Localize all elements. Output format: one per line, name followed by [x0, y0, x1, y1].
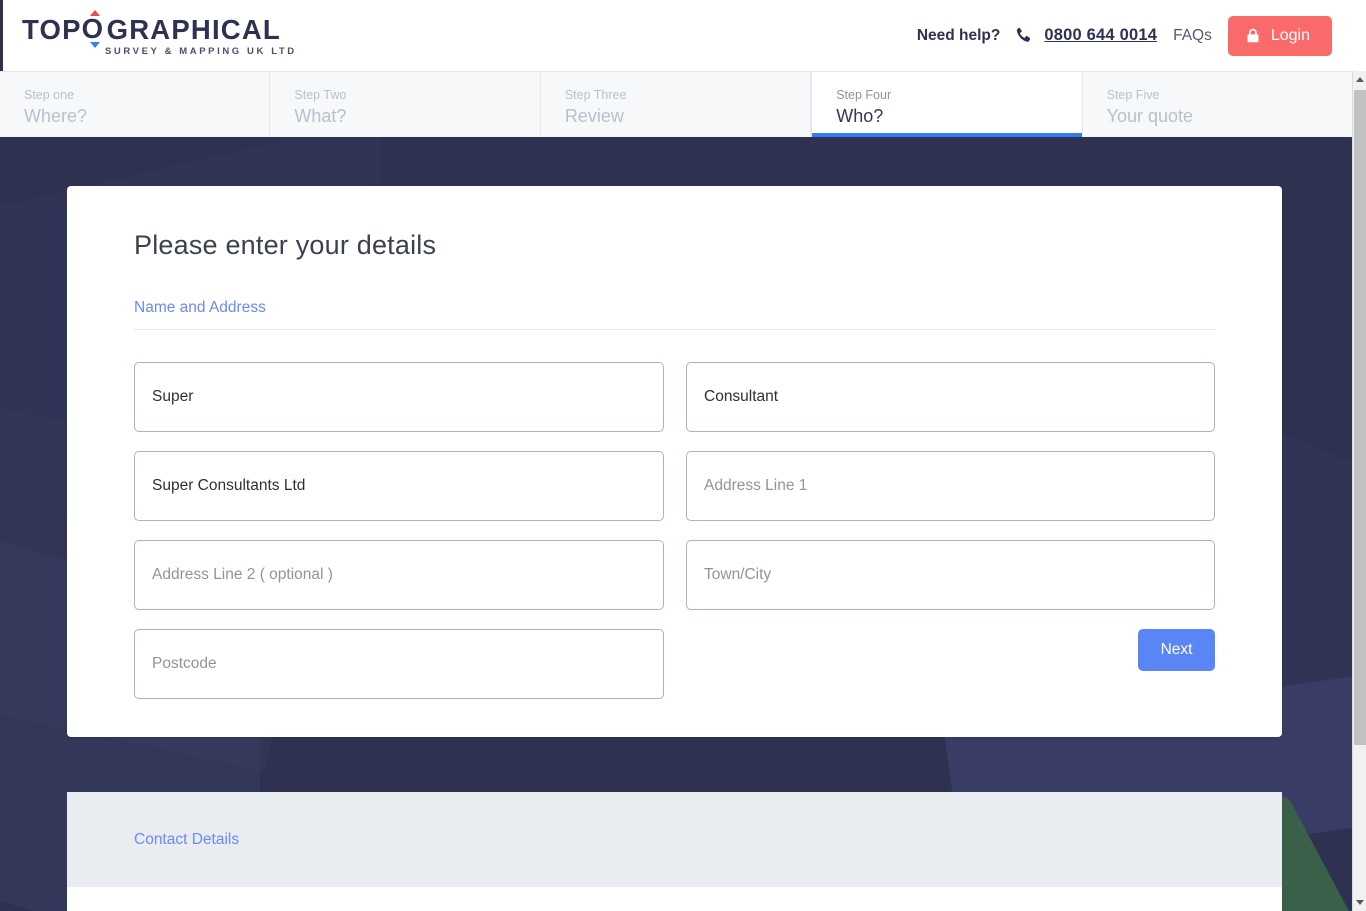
contact-details-label[interactable]: Contact Details [134, 831, 239, 849]
company-input[interactable] [134, 451, 664, 521]
step-tab-two[interactable]: Step Two What? [270, 72, 541, 137]
need-help-label: Need help? [916, 26, 1001, 44]
logo-text-pre: TOP [22, 13, 82, 45]
card-bottom-strip [67, 887, 1282, 911]
first-name-input[interactable] [134, 362, 664, 432]
scrollbar-thumb[interactable] [1354, 90, 1366, 745]
step-three-number: Step Three [564, 88, 627, 102]
scroll-up-arrow-icon[interactable] [1353, 71, 1366, 88]
contact-details-section: Contact Details [67, 792, 1282, 887]
step-five-number: Step Five [1106, 88, 1160, 102]
step-five-title: Your quote [1106, 105, 1194, 126]
step-tab-three[interactable]: Step Three Review [541, 72, 812, 137]
faqs-link[interactable]: FAQs [1173, 27, 1212, 45]
site-header: TOP O GRAPHICAL SURVEY & MAPPING UK LTD … [0, 0, 1352, 71]
logo-wordmark: TOP O GRAPHICAL [22, 9, 297, 48]
page-title: Please enter your details [134, 230, 437, 260]
name-address-field-grid: Next [134, 362, 1215, 699]
step-tab-four[interactable]: Step Four Who? [811, 72, 1083, 137]
last-name-input[interactable] [686, 362, 1215, 432]
logo-text-post: GRAPHICAL [106, 13, 281, 45]
content-area: Contact Details Please enter your detail… [0, 137, 1352, 911]
postcode-input[interactable] [134, 629, 664, 699]
next-button-cell: Next [686, 629, 1215, 699]
header-left-accent [0, 0, 3, 71]
logo-compass-o: O [81, 9, 107, 48]
step-four-title: Who? [836, 105, 884, 126]
login-button[interactable]: Login [1227, 15, 1332, 56]
phone-icon [1012, 25, 1034, 47]
step-two-title: What? [294, 105, 347, 126]
logo-tagline: SURVEY & MAPPING UK LTD [105, 45, 297, 57]
lock-icon [1246, 28, 1260, 44]
step-tab-five[interactable]: Step Five Your quote [1083, 72, 1352, 137]
header-actions: Need help? 0800 644 0014 FAQs Login [916, 15, 1332, 56]
address-line-1-input[interactable] [686, 451, 1215, 521]
name-and-address-section-label: Name and Address [134, 299, 1215, 330]
step-one-title: Where? [24, 105, 88, 126]
step-four-number: Step Four [836, 88, 892, 102]
town-city-input[interactable] [686, 540, 1215, 610]
details-form-card: Please enter your details Name and Addre… [67, 186, 1282, 737]
next-button[interactable]: Next [1138, 629, 1215, 671]
site-logo[interactable]: TOP O GRAPHICAL SURVEY & MAPPING UK LTD [22, 9, 297, 57]
step-one-number: Step one [24, 88, 75, 102]
phone-number-link[interactable]: 0800 644 0014 [1044, 26, 1157, 45]
login-button-label: Login [1270, 26, 1310, 44]
step-three-title: Review [564, 105, 624, 126]
progress-step-bar: Step one Where? Step Two What? Step Thre… [0, 71, 1352, 137]
vertical-scrollbar[interactable] [1352, 71, 1366, 911]
compass-south-triangle-icon [89, 41, 100, 48]
scroll-down-arrow-icon[interactable] [1353, 894, 1366, 911]
logo-o-letter: O [81, 12, 105, 44]
step-two-number: Step Two [294, 88, 347, 102]
page-root: TOP O GRAPHICAL SURVEY & MAPPING UK LTD … [0, 0, 1366, 911]
address-line-2-input[interactable] [134, 540, 664, 610]
compass-north-triangle-icon [89, 9, 100, 16]
step-tab-one[interactable]: Step one Where? [0, 72, 271, 137]
